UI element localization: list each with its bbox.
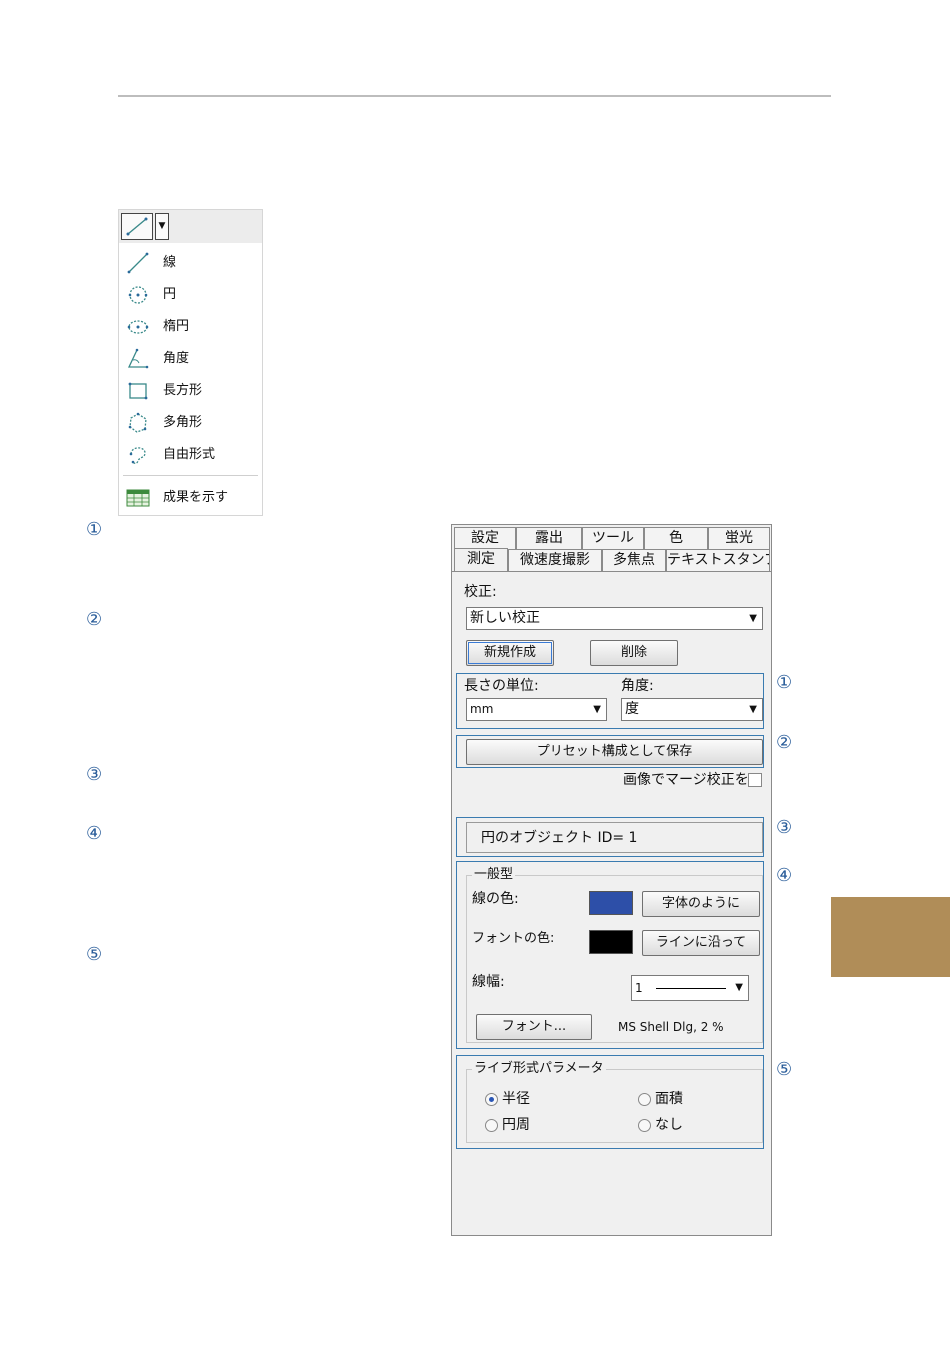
callout-5: ⑤ [776, 1059, 793, 1080]
angle-unit-value: 度 [625, 701, 639, 717]
results-table-icon [126, 489, 150, 507]
radius-radio[interactable] [485, 1093, 498, 1106]
tab-divider [452, 571, 771, 572]
merge-calibration-checkbox[interactable] [748, 773, 762, 787]
menu-item-circle[interactable]: 円 [119, 280, 262, 310]
menu-item-polygon[interactable]: 多角形 [119, 408, 262, 438]
callout-1: ① [776, 672, 793, 693]
tab-measurement[interactable]: 測定 [454, 548, 508, 572]
tab-multifocus[interactable]: 多焦点 [602, 549, 666, 571]
perimeter-radio[interactable] [485, 1119, 498, 1132]
font-info: MS Shell Dlg, 2 % [618, 1020, 724, 1034]
callout-2: ② [776, 732, 793, 753]
perimeter-label: 円周 [502, 1117, 530, 1133]
font-color-swatch[interactable] [589, 930, 633, 954]
measure-tool-menu: ▼ 線 円 楕円 角度 長方形 多角形 自由形式 成果を示す [118, 209, 263, 516]
menu-item-label: 多角形 [163, 415, 203, 430]
menu-item-label: 自由形式 [163, 447, 216, 462]
tab-settings[interactable]: 設定 [454, 527, 516, 549]
menu-item-angle[interactable]: 角度 [119, 344, 262, 374]
line-color-label: 線の色: [472, 891, 519, 907]
angle-tool-icon [127, 348, 149, 369]
chevron-down-icon: ▼ [749, 704, 757, 715]
chevron-down-icon: ▼ [735, 982, 743, 993]
menu-item-ellipse[interactable]: 楕円 [119, 312, 262, 342]
menu-item-show-results[interactable]: 成果を示す [119, 483, 262, 513]
tab-time-lapse[interactable]: 微速度撮影 [508, 549, 602, 571]
polygon-tool-icon [128, 412, 147, 433]
menu-item-label: 円 [163, 287, 177, 302]
rectangle-tool-icon [128, 382, 148, 400]
font-button[interactable]: フォント... [476, 1014, 592, 1040]
header-rule [118, 95, 831, 97]
menu-item-label: 楕円 [163, 319, 190, 334]
angle-unit-select[interactable]: 度 ▼ [621, 698, 763, 721]
menu-item-label: 成果を示す [163, 490, 229, 505]
callout-5: ⑤ [86, 944, 103, 965]
length-unit-select[interactable]: mm ▼ [466, 698, 607, 721]
ellipse-tool-icon [127, 320, 149, 334]
menu-item-line[interactable]: 線 [119, 248, 262, 278]
menu-item-freeform[interactable]: 自由形式 [119, 440, 262, 470]
callout-4: ④ [776, 865, 793, 886]
area-label: 面積 [655, 1091, 683, 1107]
tab-fluorescence[interactable]: 蛍光 [708, 527, 770, 549]
tab-exposure[interactable]: 露出 [516, 527, 582, 549]
menu-item-label: 線 [163, 255, 177, 270]
menu-toolbar: ▼ [119, 210, 262, 243]
object-id-box: 円のオブジェクト ID= 1 [466, 822, 763, 853]
chapter-tab [831, 897, 950, 977]
callout-3: ③ [776, 817, 793, 838]
menu-item-label: 角度 [163, 351, 190, 366]
tab-tools[interactable]: ツール [582, 527, 644, 549]
same-as-text-button[interactable]: 字体のように [642, 891, 760, 917]
area-radio[interactable] [638, 1093, 651, 1106]
object-id-text: 円のオブジェクト ID= 1 [481, 830, 638, 846]
calibration-label: 校正: [464, 584, 497, 600]
merge-calibration-label: 画像でマージ校正を [623, 772, 749, 788]
chevron-down-icon: ▼ [749, 613, 757, 624]
font-color-label: フォントの色: [472, 931, 555, 946]
line-width-label: 線幅: [472, 974, 505, 990]
new-calibration-button[interactable]: 新規作成 [466, 640, 554, 666]
callout-4: ④ [86, 823, 103, 844]
line-width-preview [656, 988, 726, 989]
length-unit-value: mm [470, 702, 494, 716]
line-color-swatch[interactable] [589, 891, 633, 915]
menu-item-rectangle[interactable]: 長方形 [119, 376, 262, 406]
angle-label: 角度: [621, 678, 654, 694]
calibration-value: 新しい校正 [470, 610, 540, 626]
line-width-value: 1 [635, 981, 643, 995]
live-params-group-title: ライブ形式パラメータ [472, 1061, 606, 1077]
radius-label: 半径 [502, 1091, 530, 1107]
line-tool-button[interactable] [121, 213, 153, 240]
along-line-button[interactable]: ラインに沿って [642, 930, 760, 956]
none-label: なし [655, 1117, 683, 1133]
none-radio[interactable] [638, 1119, 651, 1132]
menu-item-label: 長方形 [163, 383, 203, 398]
delete-calibration-button[interactable]: 削除 [590, 640, 678, 666]
callout-2: ② [86, 609, 103, 630]
circle-tool-icon [128, 286, 148, 304]
callout-3: ③ [86, 764, 103, 785]
tool-dropdown-arrow[interactable]: ▼ [155, 213, 169, 240]
calibration-select[interactable]: 新しい校正 ▼ [466, 607, 763, 630]
general-group-title: 一般型 [472, 867, 516, 883]
freeform-tool-icon [129, 447, 146, 465]
tab-text-stamp[interactable]: テキストスタンプ [666, 549, 770, 571]
callout-1: ① [86, 519, 103, 540]
save-preset-button[interactable]: プリセット構成として保存 [466, 739, 763, 765]
measurement-panel: 設定 露出 ツール 色 蛍光 測定 微速度撮影 多焦点 テキストスタンプ 校正:… [451, 524, 772, 1236]
chevron-down-icon: ▼ [593, 704, 601, 715]
length-unit-label: 長さの単位: [464, 678, 539, 694]
menu-separator [123, 475, 258, 476]
line-tool-icon [127, 252, 149, 274]
tab-color[interactable]: 色 [644, 527, 708, 549]
line-width-select[interactable]: 1 ▼ [631, 975, 749, 1001]
line-tool-icon [126, 217, 148, 236]
